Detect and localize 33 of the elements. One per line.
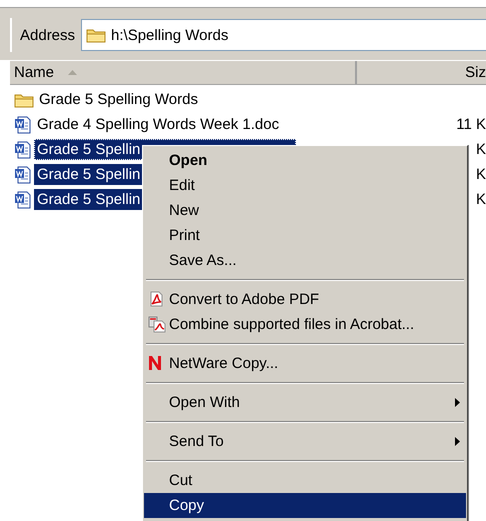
pdf-stack-icon — [148, 316, 166, 333]
address-field[interactable]: h:\Spelling Words — [81, 19, 486, 51]
file-size: K — [474, 141, 486, 158]
submenu-arrow-icon — [455, 398, 460, 407]
menu-item[interactable]: Cut — [144, 468, 466, 493]
menu-item[interactable]: Save As... — [144, 248, 466, 273]
menu-item[interactable]: Copy — [144, 493, 466, 518]
document-icon — [14, 190, 32, 208]
folder-icon — [14, 92, 34, 108]
document-icon — [14, 166, 32, 184]
document-icon — [14, 140, 32, 158]
file-name[interactable]: Grade 5 Spelling Words — [36, 89, 201, 110]
file-name[interactable]: Grade 4 Spelling Words Week 1.doc — [34, 114, 282, 135]
menu-item[interactable]: New — [144, 198, 466, 223]
menu-item[interactable]: Open With — [144, 390, 466, 415]
file-size: K — [474, 191, 486, 208]
menu-item[interactable]: NetWare Copy... — [144, 351, 466, 376]
file-size: 11 K — [455, 116, 486, 133]
menu-item[interactable]: Open — [144, 148, 466, 173]
menu-item[interactable]: Convert to Adobe PDF — [144, 287, 466, 312]
menu-item[interactable]: Print — [144, 223, 466, 248]
submenu-arrow-icon — [455, 437, 460, 446]
column-header[interactable]: Name — [14, 64, 54, 81]
address-label: Address — [19, 26, 76, 44]
folder-icon — [86, 27, 106, 43]
column-header[interactable]: Siz — [465, 64, 486, 81]
pdf-icon — [148, 291, 164, 307]
menu-item[interactable]: Edit — [144, 173, 466, 198]
menu-item[interactable]: Combine supported files in Acrobat... — [144, 312, 466, 337]
menu-item[interactable]: Send To — [144, 429, 466, 454]
document-icon — [14, 116, 32, 134]
netware-icon — [148, 355, 162, 371]
file-size: K — [474, 166, 486, 183]
